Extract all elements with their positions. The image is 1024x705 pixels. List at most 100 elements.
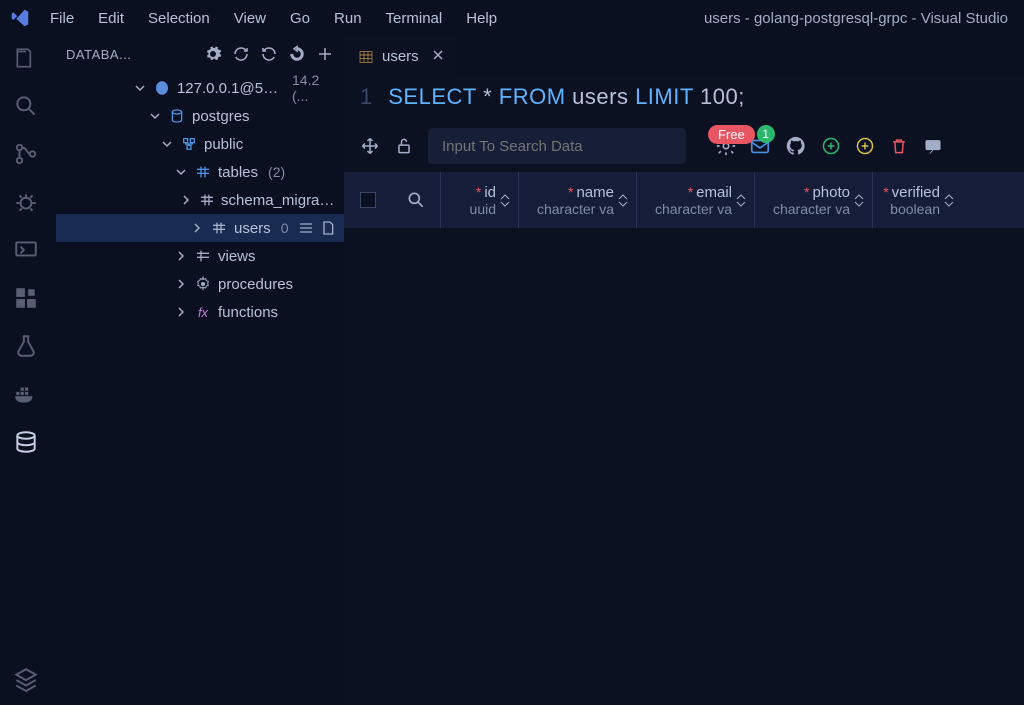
tree-database[interactable]: postgres (52, 102, 344, 130)
table-icon (358, 49, 374, 65)
tree-tables[interactable]: tables (2) (52, 158, 344, 186)
remote-icon[interactable] (12, 236, 40, 264)
refresh-icon-2[interactable] (260, 45, 278, 63)
menu-go[interactable]: Go (280, 4, 320, 33)
chevron-right-icon (190, 222, 204, 234)
functions-label: functions (218, 304, 278, 321)
tree-functions[interactable]: fx functions (52, 298, 344, 326)
chevron-down-icon (148, 110, 162, 122)
sort-icon[interactable] (500, 194, 510, 207)
table-name: users (234, 220, 271, 237)
gear-icon[interactable] (204, 45, 222, 63)
data-toolbar: Free 1 (344, 118, 1024, 172)
layers-icon[interactable] (12, 665, 40, 693)
refresh-icon[interactable] (232, 45, 250, 63)
tables-label: tables (218, 164, 258, 181)
sort-icon[interactable] (944, 194, 954, 207)
chevron-right-icon (174, 278, 188, 290)
menu-bar: File Edit Selection View Go Run Terminal… (40, 4, 507, 33)
extensions-icon[interactable] (12, 284, 40, 312)
version-badge: 14.2 (... (292, 72, 336, 104)
search-input[interactable] (428, 128, 686, 164)
database-icon[interactable] (12, 428, 40, 456)
sort-icon[interactable] (618, 194, 628, 207)
menu-help[interactable]: Help (456, 4, 507, 33)
sidebar-header: DATABA... (52, 36, 344, 72)
procedures-label: procedures (218, 276, 293, 293)
column-id[interactable]: *iduuid (440, 172, 518, 228)
column-email[interactable]: *emailcharacter va (636, 172, 754, 228)
docker-icon[interactable] (12, 380, 40, 408)
tree-table-row[interactable]: schema_migratio... (52, 186, 344, 214)
menu-edit[interactable]: Edit (88, 4, 134, 33)
postgres-icon (153, 79, 171, 97)
tabs-bar: users (344, 36, 1024, 76)
add-circle-icon[interactable] (821, 136, 841, 156)
chevron-down-icon (174, 166, 188, 178)
table-name: schema_migratio... (221, 192, 336, 209)
add-circle-icon-2[interactable] (855, 136, 875, 156)
source-control-icon[interactable] (12, 140, 40, 168)
github-icon[interactable] (785, 135, 807, 157)
chevron-down-icon (134, 82, 147, 94)
column-photo[interactable]: *photocharacter va (754, 172, 872, 228)
function-icon: fx (194, 305, 212, 320)
select-all-checkbox[interactable] (344, 172, 392, 228)
move-icon[interactable] (360, 136, 380, 156)
table-icon (199, 192, 215, 208)
file-icon[interactable] (320, 220, 336, 236)
close-icon[interactable] (431, 48, 445, 65)
menu-icon[interactable] (298, 220, 314, 236)
chevron-right-icon (174, 250, 188, 262)
gear-icon (194, 276, 212, 292)
grid-body (344, 228, 1024, 705)
testing-icon[interactable] (12, 332, 40, 360)
tab-label: users (382, 48, 419, 65)
sort-icon[interactable] (854, 194, 864, 207)
trash-icon[interactable] (889, 136, 909, 156)
tree-table-row[interactable]: users 0 (56, 214, 344, 242)
sidebar-title: DATABA... (66, 47, 198, 62)
database-icon (168, 108, 186, 124)
view-icon (194, 248, 212, 264)
tree-connection[interactable]: 127.0.0.1@5432 14.2 (... (52, 74, 344, 102)
column-search-icon[interactable] (392, 172, 440, 228)
notification-badge: 1 (757, 125, 775, 143)
window-title: users - golang-postgresql-grpc - Visual … (704, 10, 1016, 27)
explorer-icon[interactable] (12, 44, 40, 72)
tree-procedures[interactable]: procedures (52, 270, 344, 298)
title-bar: File Edit Selection View Go Run Terminal… (0, 0, 1024, 36)
search-icon[interactable] (12, 92, 40, 120)
menu-file[interactable]: File (40, 4, 84, 33)
chevron-right-icon (174, 306, 188, 318)
column-verified[interactable]: *verifiedboolean (872, 172, 962, 228)
tree: 127.0.0.1@5432 14.2 (... postgres public… (52, 72, 344, 328)
table-icon (194, 164, 212, 180)
free-badge: Free (708, 125, 755, 144)
table-count: 0 (281, 220, 289, 236)
menu-run[interactable]: Run (324, 4, 372, 33)
menu-view[interactable]: View (224, 4, 276, 33)
sql-editor[interactable]: 1 SELECT * FROM users LIMIT 100; (344, 76, 1024, 118)
comment-icon[interactable] (923, 136, 943, 156)
sort-icon[interactable] (736, 194, 746, 207)
add-icon[interactable] (316, 45, 334, 63)
vscode-logo (8, 6, 32, 30)
tree-schema[interactable]: public (52, 130, 344, 158)
lock-icon[interactable] (394, 136, 414, 156)
debug-icon[interactable] (12, 188, 40, 216)
column-name[interactable]: *namecharacter va (518, 172, 636, 228)
sql-content: SELECT * FROM users LIMIT 100; (388, 84, 745, 110)
chevron-right-icon (180, 194, 193, 206)
menu-selection[interactable]: Selection (138, 4, 220, 33)
table-icon (210, 220, 228, 236)
chevron-down-icon (160, 138, 174, 150)
sidebar: DATABA... 127.0.0.1@5432 14.2 (... postg… (52, 36, 344, 705)
connection-label: 127.0.0.1@5432 (177, 80, 280, 97)
tab-users[interactable]: users (344, 36, 455, 76)
activity-bar (0, 36, 52, 705)
db-label: postgres (192, 108, 250, 125)
reload-icon[interactable] (288, 45, 306, 63)
menu-terminal[interactable]: Terminal (376, 4, 453, 33)
tree-views[interactable]: views (52, 242, 344, 270)
